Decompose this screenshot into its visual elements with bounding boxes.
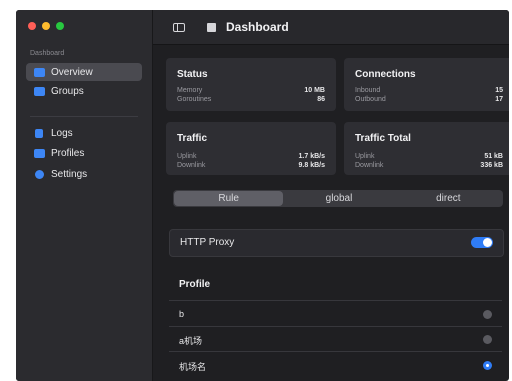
stat-value: 86	[317, 96, 325, 103]
card-title: Status	[177, 69, 208, 80]
card-title: Traffic	[177, 133, 208, 144]
traffic-total-card: Traffic Total Uplink 51 kB Downlink 336 …	[344, 122, 509, 175]
groups-icon	[34, 86, 45, 96]
stat-label: Goroutines	[177, 96, 212, 103]
status-card: Status Memory 10 MB Goroutines 86	[166, 58, 336, 111]
sidebar-item-overview[interactable]: Overview	[26, 63, 142, 81]
http-proxy-toggle[interactable]	[471, 237, 493, 248]
card-row: Memory 10 MB	[177, 87, 325, 94]
stat-label: Downlink	[177, 162, 206, 169]
stat-value: 51 kB	[484, 153, 503, 160]
sidebar-divider	[30, 116, 138, 117]
traffic-card: Traffic Uplink 1.7 kB/s Downlink 9.8 kB/…	[166, 122, 336, 175]
http-proxy-row: HTTP Proxy	[169, 229, 504, 257]
sidebar-section-label: Dashboard	[30, 50, 65, 57]
stat-label: Inbound	[355, 87, 381, 94]
sidebar-item-label: Logs	[51, 127, 73, 139]
profile-item[interactable]: a机场	[169, 326, 502, 352]
stat-label: Outbound	[355, 96, 386, 103]
settings-icon	[35, 169, 44, 179]
stat-value: 10 MB	[304, 87, 325, 94]
sidebar-item-label: Profiles	[51, 147, 85, 159]
card-row: Uplink 51 kB	[355, 153, 503, 160]
sidebar-item-logs[interactable]: Logs	[26, 124, 142, 142]
http-proxy-label: HTTP Proxy	[180, 237, 235, 248]
stat-label: Uplink	[177, 153, 197, 160]
stat-label: Downlink	[355, 162, 384, 169]
profile-radio[interactable]	[483, 310, 492, 319]
sidebar-item-settings[interactable]: Settings	[26, 165, 142, 183]
connections-card: Connections Inbound 15 Outbound 17	[344, 58, 509, 111]
profile-heading: Profile	[179, 279, 211, 290]
logs-icon	[35, 128, 43, 138]
sidebar: Dashboard Overview Groups Logs Profiles …	[16, 10, 153, 381]
profile-name: a机场	[179, 336, 203, 346]
app-window: Dashboard Overview Groups Logs Profiles …	[16, 10, 509, 381]
profile-radio[interactable]	[483, 335, 492, 344]
card-row: Outbound 17	[355, 96, 503, 103]
close-window-button[interactable]	[28, 22, 36, 30]
toolbar: Dashboard	[153, 10, 509, 45]
sidebar-item-label: Groups	[51, 85, 84, 97]
stat-value: 9.8 kB/s	[298, 162, 325, 169]
stat-label: Uplink	[355, 153, 375, 160]
mode-selector: Rule global direct	[173, 190, 503, 207]
card-row: Downlink 336 kB	[355, 162, 503, 169]
sidebar-item-label: Settings	[51, 168, 88, 180]
profiles-icon	[34, 148, 45, 158]
profile-name: b	[179, 309, 185, 319]
stat-value: 15	[495, 87, 503, 94]
card-title: Traffic Total	[355, 133, 411, 144]
window-controls	[28, 22, 64, 30]
card-row: Uplink 1.7 kB/s	[177, 153, 325, 160]
page-title: Dashboard	[226, 20, 289, 34]
mode-option-direct[interactable]: direct	[394, 190, 503, 207]
card-row: Inbound 15	[355, 87, 503, 94]
minimize-window-button[interactable]	[42, 22, 50, 30]
overview-icon	[34, 67, 45, 77]
sidebar-item-groups[interactable]: Groups	[26, 82, 142, 100]
sidebar-item-profiles[interactable]: Profiles	[26, 144, 142, 162]
card-title: Connections	[355, 69, 416, 80]
stat-value: 17	[495, 96, 503, 103]
profile-item[interactable]: b	[169, 300, 502, 327]
stat-value: 1.7 kB/s	[298, 153, 325, 160]
zoom-window-button[interactable]	[56, 22, 64, 30]
stat-label: Memory	[177, 87, 203, 94]
mode-option-global[interactable]: global	[284, 190, 393, 207]
card-row: Goroutines 86	[177, 96, 325, 103]
sidebar-toggle-icon[interactable]	[173, 22, 185, 32]
mode-option-rule[interactable]: Rule	[174, 191, 284, 206]
profile-name: 机场名	[179, 362, 207, 372]
sidebar-item-label: Overview	[51, 66, 93, 78]
card-row: Downlink 9.8 kB/s	[177, 162, 325, 169]
profile-radio-selected[interactable]	[483, 361, 492, 370]
profile-item[interactable]: 机场名	[169, 352, 502, 377]
stop-icon[interactable]	[207, 22, 216, 32]
stat-value: 336 kB	[480, 162, 503, 169]
